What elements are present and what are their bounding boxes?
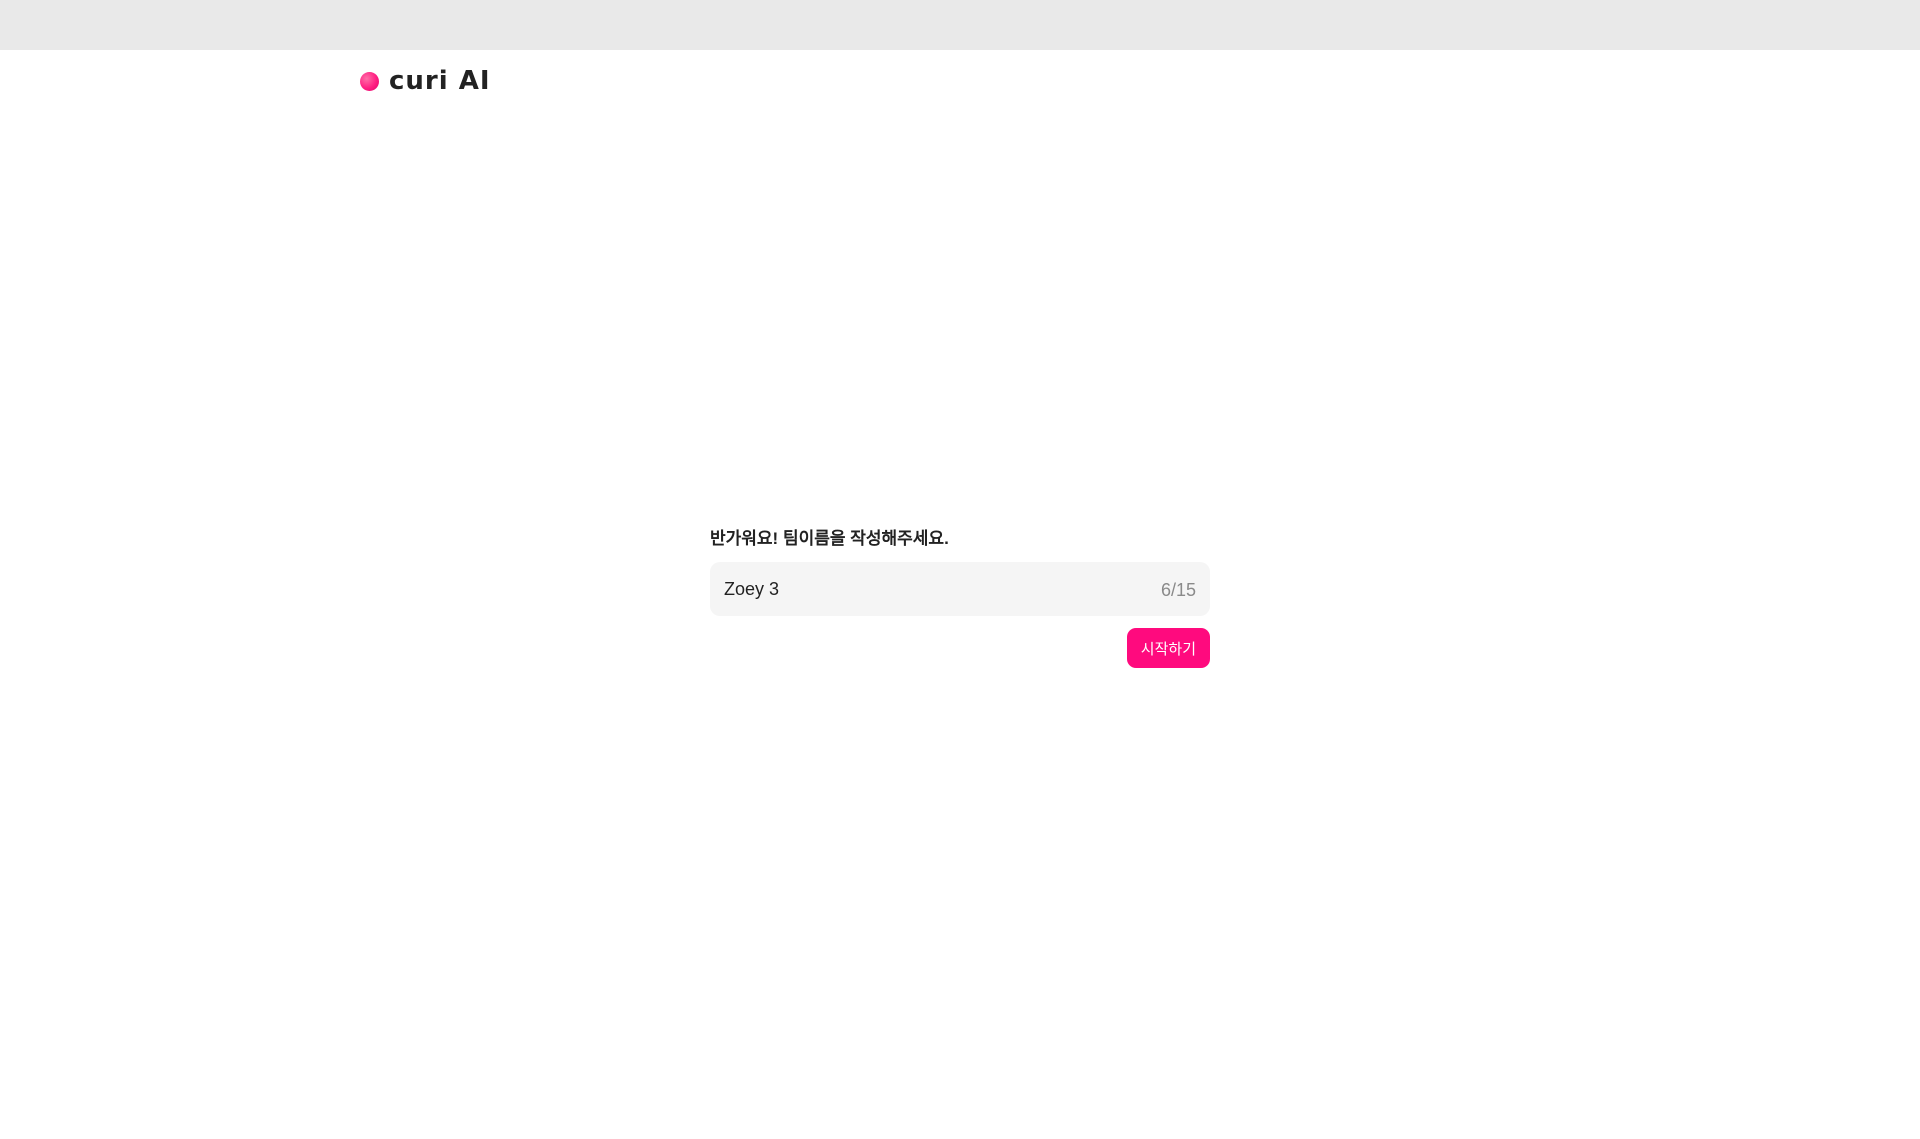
team-name-input[interactable] <box>710 562 1120 616</box>
browser-top-bar <box>0 0 1920 50</box>
char-counter: 6/15 <box>1160 580 1196 600</box>
page: curi AI 반가워요! 팀이름을 작성해주세요. 6/15 시작하기 <box>0 50 1920 1139</box>
logo[interactable]: curi AI <box>360 68 491 94</box>
team-name-field: 6/15 <box>710 562 1210 616</box>
team-name-form: 반가워요! 팀이름을 작성해주세요. 6/15 시작하기 <box>710 528 1210 668</box>
form-actions: 시작하기 <box>710 628 1210 668</box>
start-button[interactable]: 시작하기 <box>1126 628 1210 668</box>
logo-text: curi AI <box>389 66 491 96</box>
logo-dot-icon <box>360 71 379 91</box>
prompt-text: 반가워요! 팀이름을 작성해주세요. <box>710 529 949 548</box>
